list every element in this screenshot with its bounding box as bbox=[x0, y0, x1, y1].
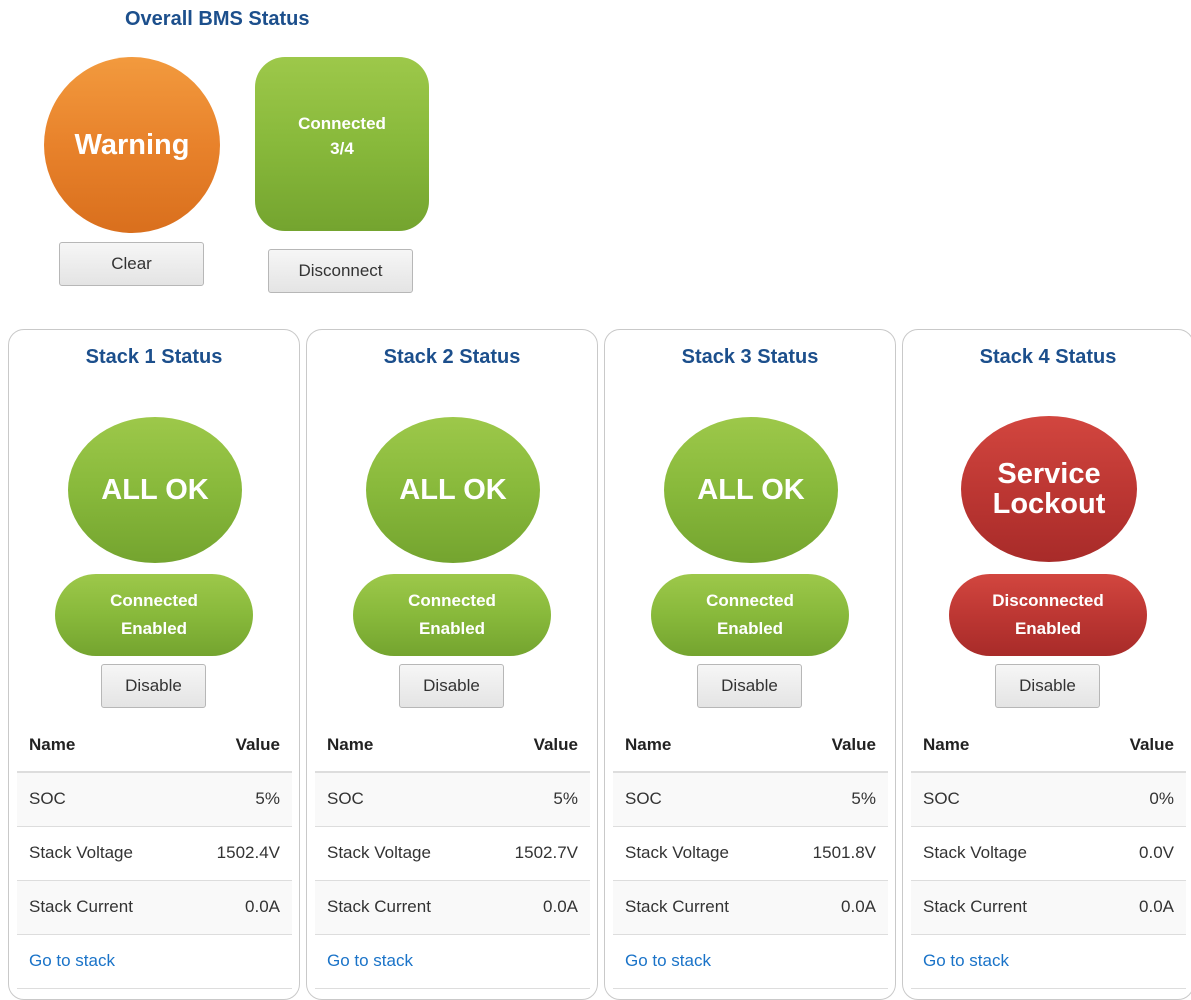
name-column-header: Name bbox=[315, 719, 479, 773]
stack-card-3: Stack 3 Status ALL OK Connected Enabled … bbox=[604, 329, 896, 1000]
stack-status-indicator: ALL OK bbox=[664, 417, 838, 563]
warning-label: Warning bbox=[74, 128, 190, 161]
table-row: Stack Voltage 0.0V bbox=[911, 826, 1186, 881]
table-row: Stack Current 0.0A bbox=[315, 880, 590, 935]
stack-values-table: Name Value SOC 0% Stack Voltage 0.0V Sta… bbox=[911, 719, 1186, 989]
stack-values-table: Name Value SOC 5% Stack Voltage 1502.4V … bbox=[17, 719, 292, 989]
stack-values-table: Name Value SOC 5% Stack Voltage 1502.7V … bbox=[315, 719, 590, 989]
disable-button[interactable]: Disable bbox=[995, 664, 1100, 708]
row-name: Stack Current bbox=[315, 880, 479, 935]
disable-button[interactable]: Disable bbox=[697, 664, 802, 708]
value-column-header: Value bbox=[478, 719, 590, 773]
table-row: Stack Current 0.0A bbox=[17, 880, 292, 935]
stack-values-table: Name Value SOC 5% Stack Voltage 1501.8V … bbox=[613, 719, 888, 989]
go-to-stack-link[interactable]: Go to stack bbox=[613, 934, 888, 989]
stack-enabled-label: Enabled bbox=[716, 619, 784, 638]
stack-connection-label: Connected bbox=[408, 590, 496, 610]
overall-title: Overall BMS Status bbox=[125, 8, 310, 30]
row-name: Stack Voltage bbox=[17, 826, 181, 881]
stack-title: Stack 1 Status bbox=[85, 346, 223, 368]
stack-connection-indicator: Connected Enabled bbox=[651, 574, 849, 656]
table-row: SOC 5% bbox=[613, 772, 888, 827]
table-row: Stack Current 0.0A bbox=[911, 880, 1186, 935]
stack-enabled-label: Enabled bbox=[1014, 619, 1082, 638]
stack-status-indicator: ALL OK bbox=[68, 417, 242, 563]
row-value: 0.0V bbox=[1090, 826, 1186, 881]
table-header-row: Name Value bbox=[613, 719, 888, 773]
row-name: Stack Voltage bbox=[911, 826, 1091, 881]
stack-enabled-label: Enabled bbox=[120, 619, 188, 638]
row-value: 5% bbox=[180, 772, 292, 827]
value-column-header: Value bbox=[180, 719, 292, 773]
row-name: SOC bbox=[315, 772, 479, 827]
table-row: Go to stack bbox=[17, 934, 292, 989]
stack-connection-indicator: Connected Enabled bbox=[55, 574, 253, 656]
table-header-row: Name Value bbox=[315, 719, 590, 773]
name-column-header: Name bbox=[17, 719, 181, 773]
go-to-stack-link[interactable]: Go to stack bbox=[17, 934, 292, 989]
go-to-stack-link[interactable]: Go to stack bbox=[315, 934, 590, 989]
connection-count-label: 3/4 bbox=[330, 139, 354, 158]
table-row: Stack Current 0.0A bbox=[613, 880, 888, 935]
table-row: Stack Voltage 1502.4V bbox=[17, 826, 292, 881]
table-row: Go to stack bbox=[613, 934, 888, 989]
stack-connection-label: Connected bbox=[706, 590, 794, 610]
disable-button[interactable]: Disable bbox=[399, 664, 504, 708]
go-to-stack-link[interactable]: Go to stack bbox=[911, 934, 1186, 989]
stack-connection-indicator: Disconnected Enabled bbox=[949, 574, 1147, 656]
row-value: 0.0A bbox=[1090, 880, 1186, 935]
table-row: Go to stack bbox=[911, 934, 1186, 989]
table-header-row: Name Value bbox=[17, 719, 292, 773]
disable-button[interactable]: Disable bbox=[101, 664, 206, 708]
row-name: Stack Voltage bbox=[613, 826, 777, 881]
disconnect-button[interactable]: Disconnect bbox=[268, 249, 413, 293]
row-value: 0.0A bbox=[180, 880, 292, 935]
stack-title: Stack 4 Status bbox=[979, 346, 1117, 368]
row-value: 1502.4V bbox=[180, 826, 292, 881]
row-name: SOC bbox=[613, 772, 777, 827]
table-row: SOC 0% bbox=[911, 772, 1186, 827]
row-name: Stack Current bbox=[17, 880, 181, 935]
row-name: SOC bbox=[17, 772, 181, 827]
table-row: Stack Voltage 1502.7V bbox=[315, 826, 590, 881]
table-row: SOC 5% bbox=[17, 772, 292, 827]
stack-title: Stack 2 Status bbox=[383, 346, 521, 368]
table-row: Stack Voltage 1501.8V bbox=[613, 826, 888, 881]
table-header-row: Name Value bbox=[911, 719, 1186, 773]
table-row: Go to stack bbox=[315, 934, 590, 989]
stack-panels: Stack 1 Status ALL OK Connected Enabled … bbox=[8, 329, 1191, 1000]
stack-status-indicator: Service Lockout bbox=[961, 416, 1137, 562]
row-name: Stack Current bbox=[613, 880, 777, 935]
stack-card-4: Stack 4 Status Service Lockout Disconnec… bbox=[902, 329, 1191, 1000]
row-value: 0.0A bbox=[478, 880, 590, 935]
value-column-header: Value bbox=[776, 719, 888, 773]
table-row: SOC 5% bbox=[315, 772, 590, 827]
stack-card-1: Stack 1 Status ALL OK Connected Enabled … bbox=[8, 329, 300, 1000]
row-value: 5% bbox=[478, 772, 590, 827]
stack-title: Stack 3 Status bbox=[681, 346, 819, 368]
stack-connection-indicator: Connected Enabled bbox=[353, 574, 551, 656]
stack-card-2: Stack 2 Status ALL OK Connected Enabled … bbox=[306, 329, 598, 1000]
stack-status-indicator: ALL OK bbox=[366, 417, 540, 563]
stack-connection-label: Disconnected bbox=[992, 590, 1104, 610]
row-value: 1502.7V bbox=[478, 826, 590, 881]
row-name: Stack Voltage bbox=[315, 826, 479, 881]
value-column-header: Value bbox=[1090, 719, 1186, 773]
name-column-header: Name bbox=[911, 719, 1091, 773]
connection-status-label: Connected bbox=[298, 113, 386, 133]
stack-connection-label: Connected bbox=[110, 590, 198, 610]
row-name: Stack Current bbox=[911, 880, 1091, 935]
row-value: 0% bbox=[1090, 772, 1186, 827]
row-value: 5% bbox=[776, 772, 888, 827]
row-name: SOC bbox=[911, 772, 1091, 827]
name-column-header: Name bbox=[613, 719, 777, 773]
clear-button[interactable]: Clear bbox=[59, 242, 204, 286]
stack-enabled-label: Enabled bbox=[418, 619, 486, 638]
overall-warning-indicator: Warning bbox=[44, 57, 220, 233]
overall-connection-indicator: Connected 3/4 bbox=[255, 57, 429, 231]
row-value: 1501.8V bbox=[776, 826, 888, 881]
row-value: 0.0A bbox=[776, 880, 888, 935]
